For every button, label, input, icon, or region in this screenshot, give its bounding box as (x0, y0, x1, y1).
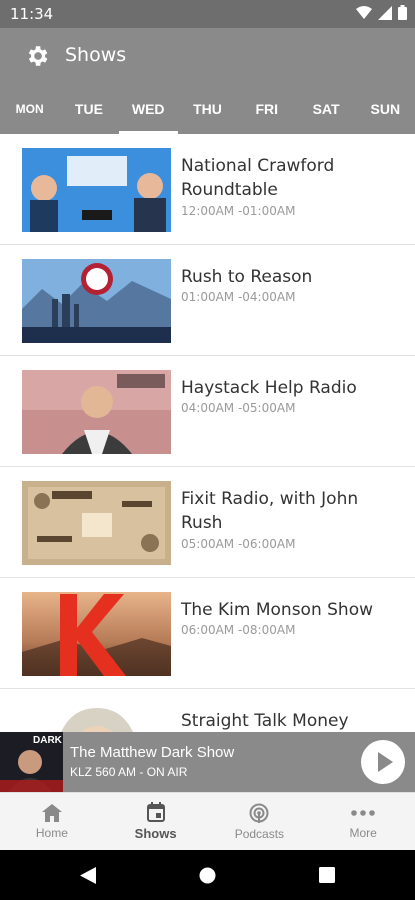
show-time: 01:00AM -04:00AM (181, 290, 296, 304)
play-icon (378, 752, 393, 772)
now-playing-subtitle: KLZ 560 AM - ON AIR (70, 765, 188, 779)
status-bar: 11:34 (0, 0, 415, 28)
page-title: Shows (65, 44, 127, 66)
show-item[interactable]: Fixit Radio, with John Rush 05:00AM -06:… (0, 467, 415, 578)
status-icons (356, 5, 407, 20)
show-thumbnail (22, 370, 171, 454)
bottom-nav: Home Shows Podcasts More (0, 792, 415, 850)
nav-podcasts-label: Podcasts (234, 826, 285, 841)
nav-home[interactable]: Home (0, 793, 104, 850)
nav-home-label: Home (35, 825, 68, 840)
show-thumbnail (22, 592, 171, 676)
show-item[interactable]: Haystack Help Radio 04:00AM -05:00AM (0, 356, 415, 467)
show-title: Rush to Reason (181, 267, 313, 287)
more-icon (351, 809, 375, 816)
show-thumbnail (22, 148, 171, 232)
show-list: National Crawford Roundtable 12:00AM -01… (0, 134, 415, 732)
show-time: 12:00AM -01:00AM (181, 204, 296, 218)
nav-more[interactable]: More (311, 793, 415, 850)
show-thumbnail (22, 259, 171, 343)
tab-sat[interactable]: SAT (296, 84, 355, 134)
back-icon[interactable] (80, 867, 96, 884)
day-tabs: MON TUE WED THU FRI SAT SUN (0, 84, 415, 134)
wifi-icon (356, 5, 372, 19)
show-thumbnail (22, 703, 171, 732)
now-playing-bar[interactable]: DARK The Matthew Dark Show KLZ 560 AM - … (0, 732, 415, 792)
tab-sun[interactable]: SUN (356, 84, 415, 134)
show-item[interactable]: The Kim Monson Show 06:00AM -08:00AM (0, 578, 415, 689)
show-item[interactable]: Rush to Reason 01:00AM -04:00AM (0, 245, 415, 356)
show-title: Straight Talk Money (181, 711, 349, 731)
now-playing-thumb-text: DARK (33, 735, 62, 746)
system-nav-bar (0, 850, 415, 900)
show-title: Haystack Help Radio (181, 378, 357, 398)
show-item[interactable]: National Crawford Roundtable 12:00AM -01… (0, 134, 415, 245)
show-time: 05:00AM -06:00AM (181, 537, 296, 551)
tab-tue[interactable]: TUE (59, 84, 118, 134)
tab-wed[interactable]: WED (118, 84, 179, 134)
status-time: 11:34 (10, 5, 54, 23)
nav-podcasts[interactable]: Podcasts (208, 793, 312, 850)
now-playing-title: The Matthew Dark Show (70, 744, 235, 761)
play-button[interactable] (361, 740, 405, 784)
show-item[interactable]: Straight Talk Money (0, 689, 415, 732)
show-time: 04:00AM -05:00AM (181, 401, 296, 415)
show-title: National Crawford Roundtable (181, 156, 335, 200)
home-icon (41, 803, 62, 822)
nav-more-label: More (349, 825, 377, 840)
show-time: 06:00AM -08:00AM (181, 623, 296, 637)
battery-icon (398, 5, 407, 20)
show-title: The Kim Monson Show (181, 600, 374, 620)
show-title: Fixit Radio, with John Rush (181, 489, 359, 533)
tab-fri[interactable]: FRI (237, 84, 296, 134)
nav-shows-label: Shows (134, 826, 177, 841)
tab-thu[interactable]: THU (178, 84, 237, 134)
show-thumbnail (22, 481, 171, 565)
app-header: Shows (0, 28, 415, 84)
signal-icon (378, 5, 392, 20)
home-circle-icon[interactable] (199, 867, 216, 884)
calendar-icon (146, 802, 165, 822)
recents-icon[interactable] (319, 867, 335, 883)
podcast-icon (249, 803, 269, 823)
nav-shows[interactable]: Shows (104, 793, 208, 850)
tab-mon[interactable]: MON (0, 84, 59, 134)
gear-icon[interactable] (24, 43, 50, 69)
